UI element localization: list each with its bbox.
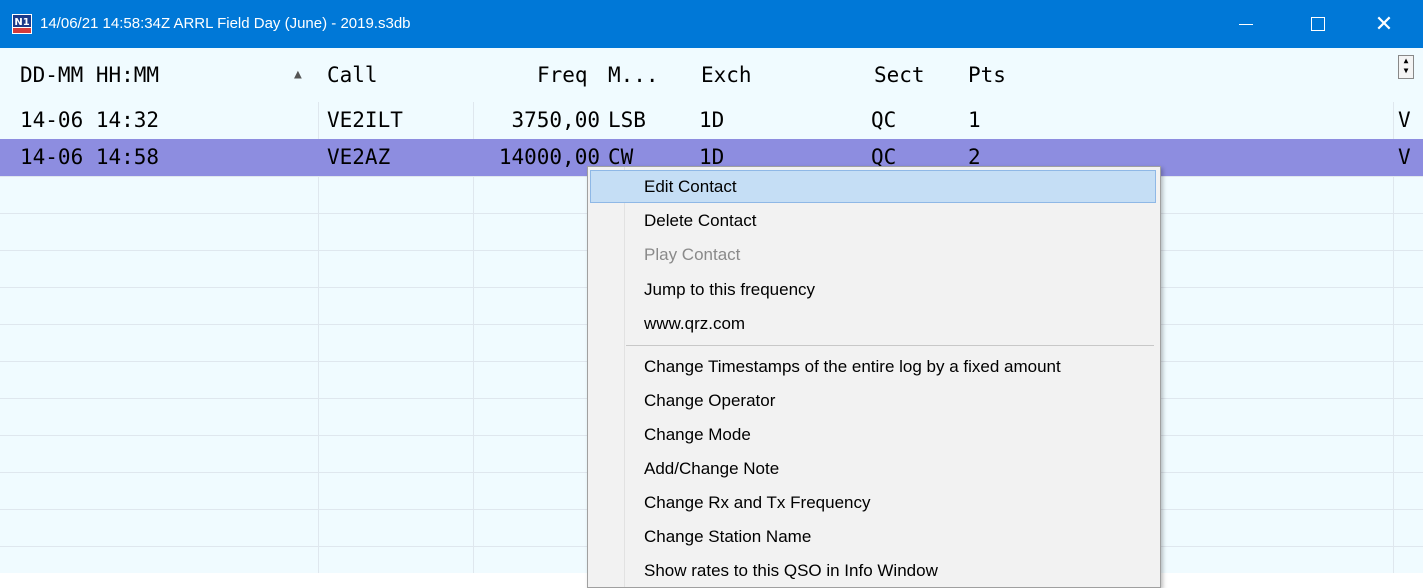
minimize-button[interactable] xyxy=(1218,0,1274,48)
close-icon: ✕ xyxy=(1374,11,1394,37)
menu-item-jump-to-frequency[interactable]: Jump to this frequency xyxy=(590,273,1156,306)
menu-item-add-change-note[interactable]: Add/Change Note xyxy=(590,452,1156,485)
table-row[interactable]: 14-06 14:32 VE2ILT 3750,00 LSB 1D QC 1 V xyxy=(0,102,1423,139)
cell-call: VE2AZ xyxy=(327,145,391,169)
column-scroll-icon[interactable]: ▲ ▼ xyxy=(1398,55,1414,79)
column-header-datetime[interactable]: DD-MM HH:MM xyxy=(20,48,159,102)
cell-exch: 1D xyxy=(699,108,725,132)
column-header-call[interactable]: Call xyxy=(327,48,378,102)
maximize-button[interactable] xyxy=(1290,0,1346,48)
close-button[interactable]: ✕ xyxy=(1356,0,1412,48)
column-header-mode[interactable]: M... xyxy=(608,48,659,102)
sort-ascending-icon: ▲ xyxy=(294,67,302,82)
column-header-sect[interactable]: Sect xyxy=(874,48,925,102)
menu-item-edit-contact[interactable]: Edit Contact xyxy=(590,170,1156,203)
maximize-icon xyxy=(1311,17,1325,31)
menu-item-show-rates[interactable]: Show rates to this QSO in Info Window xyxy=(590,554,1156,587)
cell-mode: LSB xyxy=(608,108,646,132)
title-bar[interactable]: N1 14/06/21 14:58:34Z ARRL Field Day (Ju… xyxy=(0,0,1423,48)
menu-item-change-station-name[interactable]: Change Station Name xyxy=(590,520,1156,553)
cell-pts: 1 xyxy=(968,108,981,132)
menu-item-play-contact: Play Contact xyxy=(644,245,741,264)
menu-item-delete-contact[interactable]: Delete Contact xyxy=(590,204,1156,237)
window-title: 14/06/21 14:58:34Z ARRL Field Day (June)… xyxy=(40,15,411,32)
cell-datetime: 14-06 14:32 xyxy=(20,108,160,132)
cell-sect: QC xyxy=(871,108,897,132)
menu-separator xyxy=(626,345,1154,346)
menu-item-change-rx-tx-frequency[interactable]: Change Rx and Tx Frequency xyxy=(590,486,1156,519)
cell-call: VE2ILT xyxy=(327,108,403,132)
cell-extra: V xyxy=(1398,145,1411,169)
cell-extra: V xyxy=(1398,108,1411,132)
n1mm-logo-icon: N1 xyxy=(12,14,32,34)
menu-item-qrz[interactable]: www.qrz.com xyxy=(590,307,1156,340)
column-header-exch[interactable]: Exch xyxy=(701,48,752,102)
grid-header: DD-MM HH:MM ▲ Call Freq M... Exch Sect P… xyxy=(0,48,1423,102)
cell-datetime: 14-06 14:58 xyxy=(20,145,160,169)
minimize-icon xyxy=(1239,23,1253,25)
menu-item-change-operator[interactable]: Change Operator xyxy=(590,384,1156,417)
column-header-pts[interactable]: Pts xyxy=(968,48,1006,102)
cell-freq: 3750,00 xyxy=(511,108,600,132)
svg-text:N1: N1 xyxy=(14,17,29,28)
menu-item-change-timestamps[interactable]: Change Timestamps of the entire log by a… xyxy=(590,350,1156,383)
cell-freq: 14000,00 xyxy=(498,145,600,169)
menu-item-change-mode[interactable]: Change Mode xyxy=(590,418,1156,451)
column-header-freq[interactable]: Freq xyxy=(537,48,588,102)
context-menu: Edit Contact Delete Contact Play Contact… xyxy=(587,166,1161,588)
